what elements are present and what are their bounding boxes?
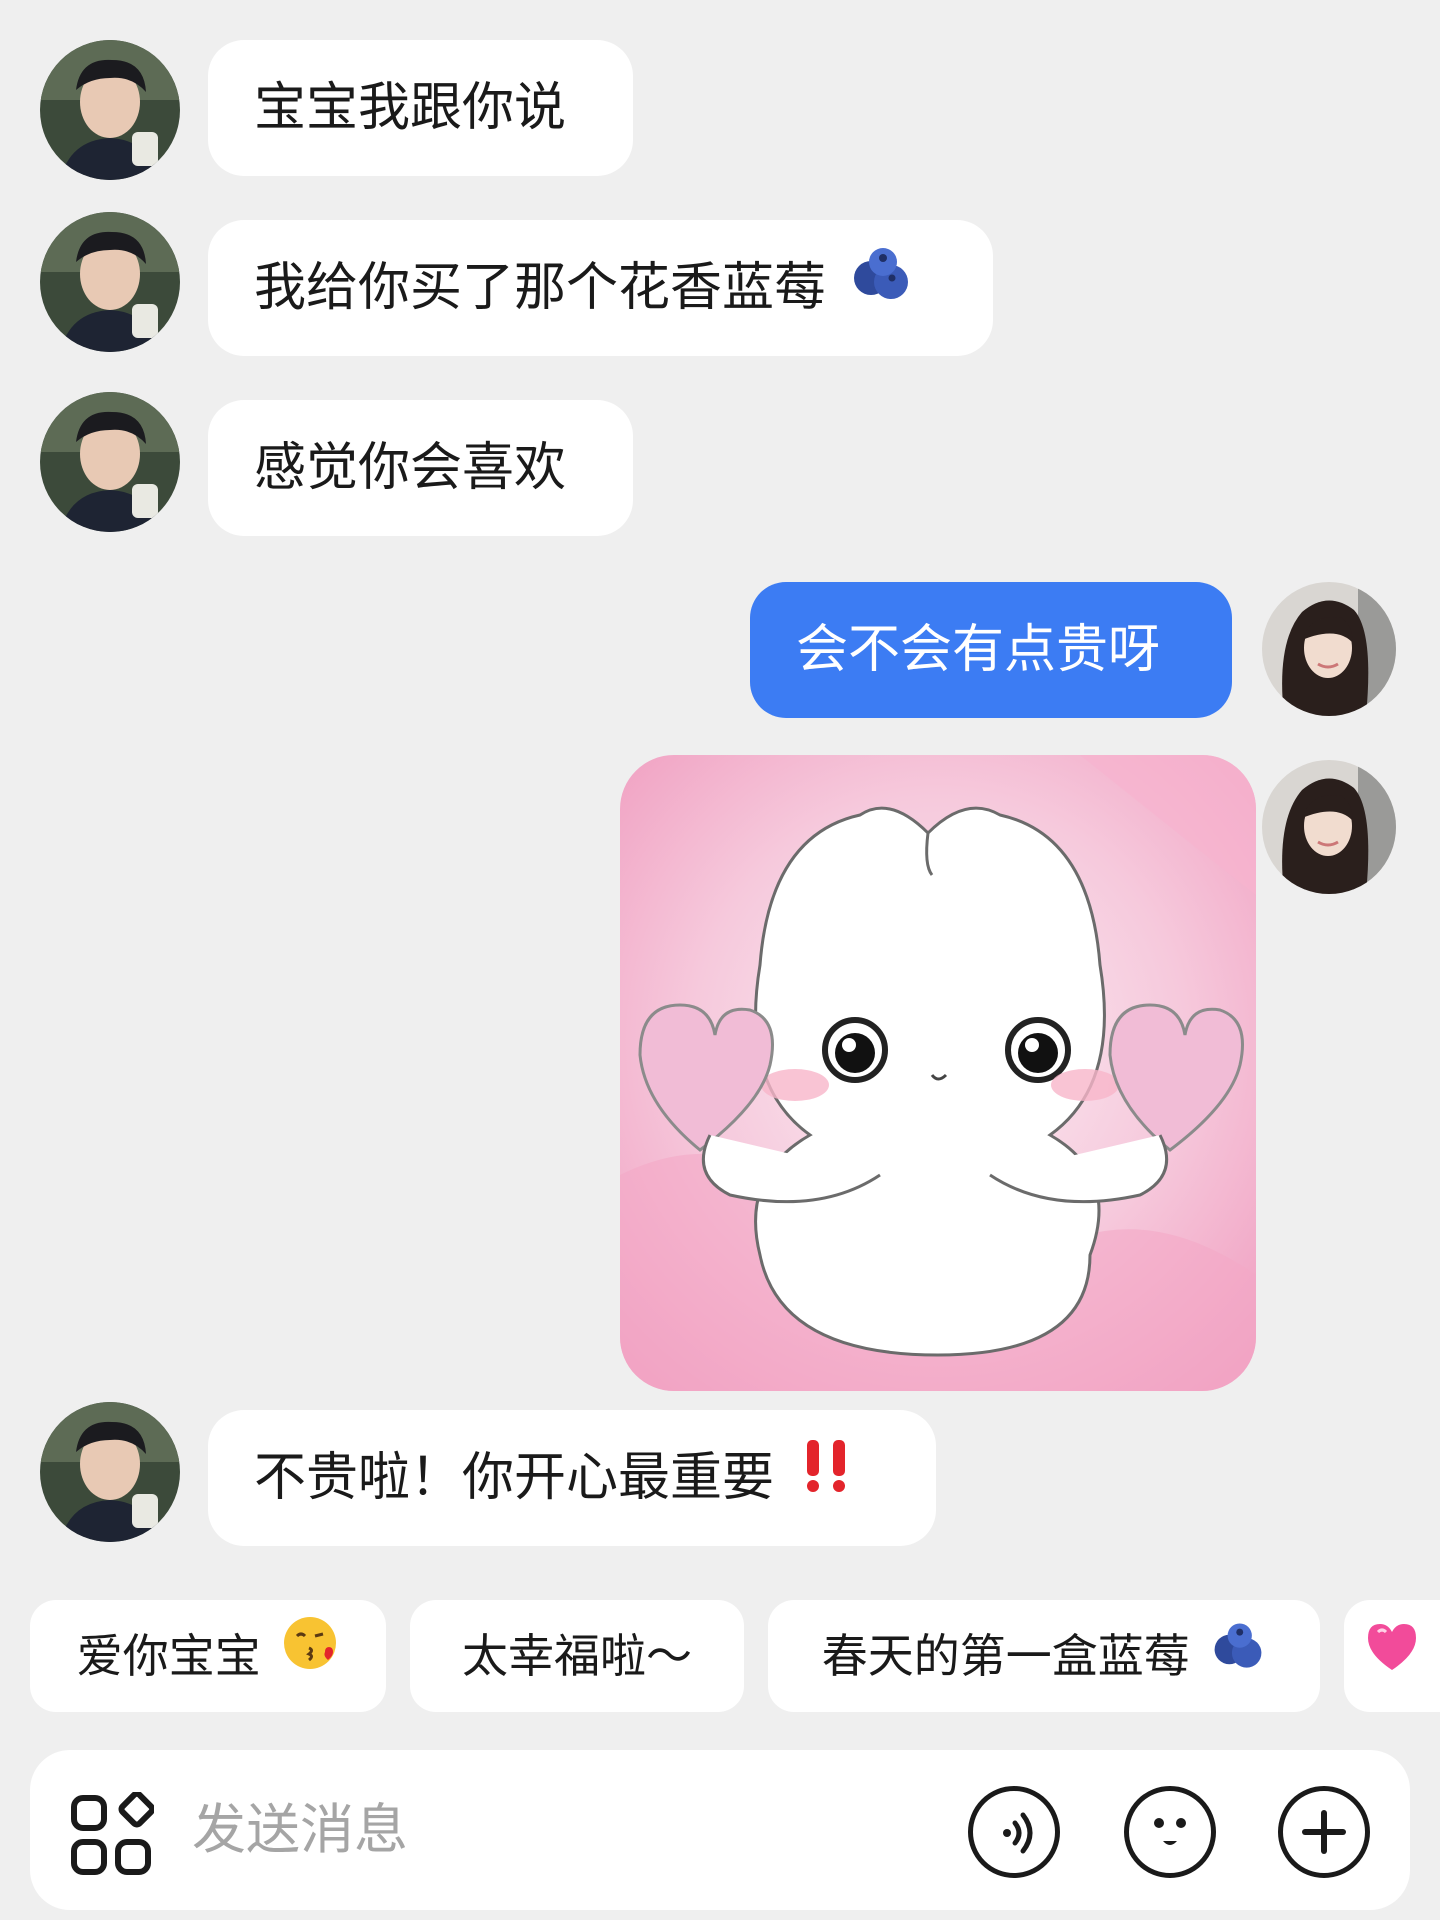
voice-icon[interactable] [968, 1786, 1060, 1878]
message-bubble-incoming[interactable]: 我给你买了那个花香蓝莓 [208, 220, 993, 356]
quick-reply-chip[interactable]: 爱你宝宝 [30, 1600, 386, 1712]
message-text: 不贵啦！你开心最重要 [254, 1448, 775, 1508]
message-bubble-incoming[interactable]: 感觉你会喜欢 [208, 400, 633, 536]
message-text: 宝宝我跟你说 [254, 78, 567, 138]
message-bubble-incoming[interactable]: 宝宝我跟你说 [208, 40, 633, 176]
message-input[interactable]: 发送消息 [192, 1750, 408, 1910]
quick-reply-chip[interactable]: 春天的第一盒蓝莓 [768, 1600, 1320, 1712]
message-bubble-outgoing[interactable]: 会不会有点贵呀 [750, 582, 1232, 718]
pink-heart-icon [1364, 1600, 1420, 1712]
quick-reply-label: 太幸福啦～ [462, 1629, 692, 1683]
contact-avatar[interactable] [40, 1402, 180, 1542]
apps-grid-icon[interactable] [68, 1790, 156, 1878]
sticker-message[interactable] [620, 755, 1256, 1391]
message-input-bar: 发送消息 [30, 1750, 1410, 1910]
blueberry-icon [1210, 1600, 1266, 1712]
message-text: 我给你买了那个花香蓝莓 [254, 258, 827, 318]
chat-thread[interactable]: 宝宝我跟你说 我给你买了那个花香蓝莓 感觉你会喜欢 会不会有点贵呀 不贵啦！你开… [0, 0, 1440, 1590]
quick-reply-chip[interactable]: 太幸福啦～ [410, 1600, 744, 1712]
kiss-face-icon [281, 1600, 339, 1712]
blueberry-icon [849, 219, 913, 355]
contact-avatar[interactable] [40, 392, 180, 532]
quick-reply-label: 爱你宝宝 [76, 1629, 261, 1683]
my-avatar[interactable] [1262, 582, 1396, 716]
quick-reply-bar[interactable]: 爱你宝宝 太幸福啦～ 春天的第一盒蓝莓 [0, 1600, 1440, 1712]
emoji-face-icon[interactable] [1124, 1786, 1216, 1878]
message-text: 感觉你会喜欢 [254, 438, 567, 498]
my-avatar[interactable] [1262, 760, 1396, 894]
message-text: 会不会有点贵呀 [796, 620, 1161, 680]
contact-avatar[interactable] [40, 40, 180, 180]
contact-avatar[interactable] [40, 212, 180, 352]
quick-reply-chip[interactable] [1344, 1600, 1440, 1712]
quick-reply-label: 春天的第一盒蓝莓 [821, 1629, 1190, 1683]
message-bubble-incoming[interactable]: 不贵啦！你开心最重要 [208, 1410, 936, 1546]
plus-icon[interactable] [1278, 1786, 1370, 1878]
double-exclamation-icon [797, 1409, 857, 1545]
